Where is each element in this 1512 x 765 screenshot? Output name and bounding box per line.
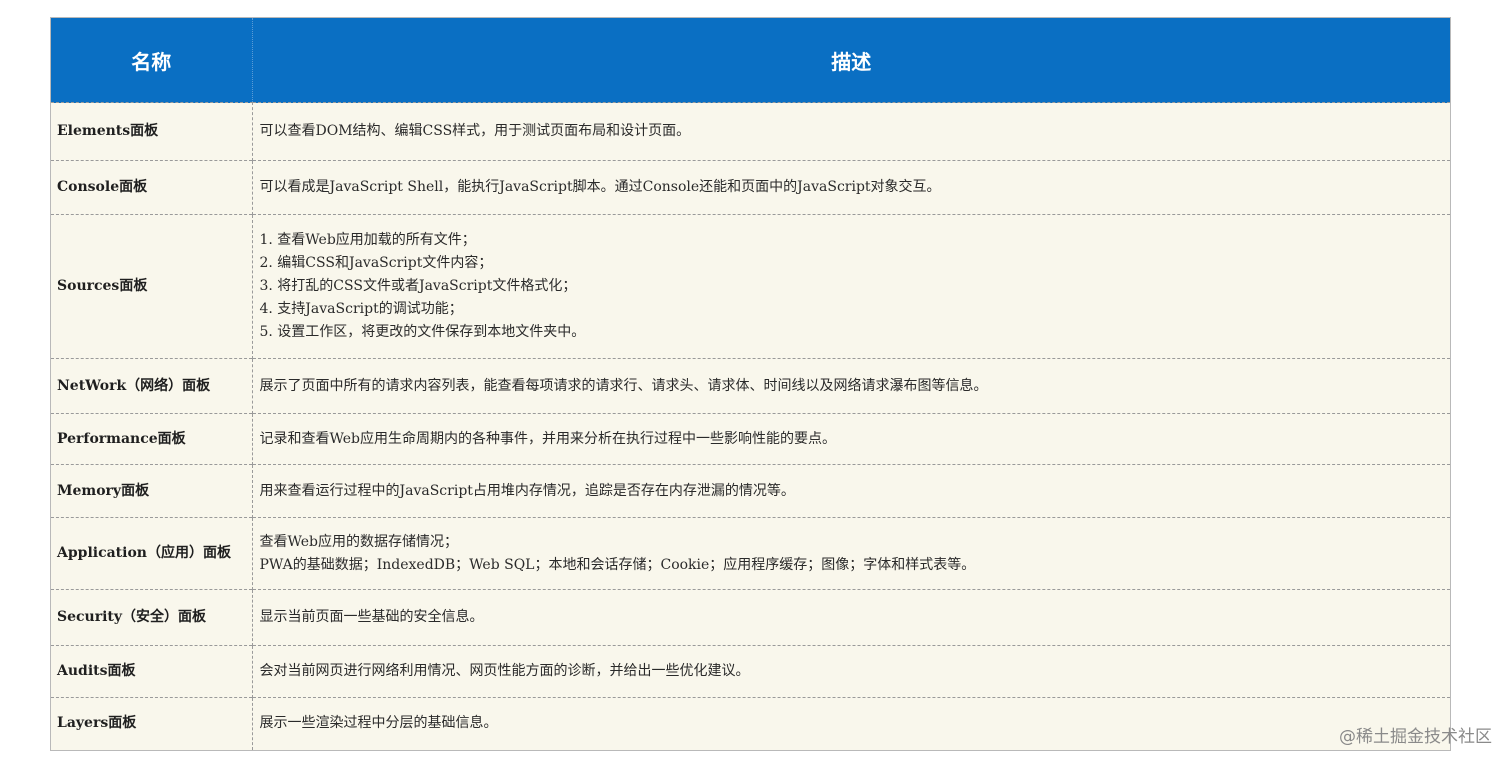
table-row: Security（安全）面板 显示当前页面一些基础的安全信息。 — [51, 589, 1450, 646]
table-row: NetWork（网络）面板 展示了页面中所有的请求内容列表，能查看每项请求的请求… — [51, 358, 1450, 414]
desc-line: 1. 查看Web应用加载的所有文件； — [259, 232, 476, 248]
row-desc: 可以查看DOM结构、编辑CSS样式，用于测试页面布局和设计页面。 — [252, 102, 1450, 161]
header-desc: 描述 — [252, 18, 1450, 103]
table-row: Layers面板 展示一些渲染过程中分层的基础信息。 — [51, 697, 1450, 750]
table-body: Elements面板 可以查看DOM结构、编辑CSS样式，用于测试页面布局和设计… — [51, 102, 1450, 750]
row-name: Memory面板 — [51, 464, 253, 518]
desc-line: 会对当前网页进行网络利用情况、网页性能方面的诊断，并给出一些优化建议。 — [259, 663, 750, 679]
watermark: @稀土掘金技术社区 — [1339, 727, 1492, 747]
table-header-row: 名称 描述 — [51, 18, 1450, 103]
row-desc: 展示了页面中所有的请求内容列表，能查看每项请求的请求行、请求头、请求体、时间线以… — [252, 358, 1450, 414]
desc-line: PWA的基础数据；IndexedDB；Web SQL；本地和会话存储；Cooki… — [259, 556, 976, 573]
row-desc: 可以看成是JavaScript Shell，能执行JavaScript脚本。通过… — [252, 160, 1450, 215]
devtools-panels-table-container: 名称 描述 Elements面板 可以查看DOM结构、编辑CSS样式，用于测试页… — [50, 17, 1451, 751]
row-name: Application（应用）面板 — [51, 517, 253, 590]
desc-line: 展示了页面中所有的请求内容列表，能查看每项请求的请求行、请求头、请求体、时间线以… — [259, 377, 988, 394]
row-name: Sources面板 — [51, 214, 253, 359]
row-name: Security（安全）面板 — [51, 589, 253, 646]
row-desc: 会对当前网页进行网络利用情况、网页性能方面的诊断，并给出一些优化建议。 — [252, 645, 1450, 698]
row-name: Audits面板 — [51, 645, 253, 698]
desc-line: 用来查看运行过程中的JavaScript占用堆内存情况，追踪是否存在内存泄漏的情… — [259, 482, 795, 499]
row-desc: 查看Web应用的数据存储情况； PWA的基础数据；IndexedDB；Web S… — [252, 517, 1450, 590]
desc-line: 5. 设置工作区，将更改的文件保存到本地文件夹中。 — [259, 324, 586, 340]
desc-line: 2. 编辑CSS和JavaScript文件内容； — [259, 255, 493, 271]
desc-line: 4. 支持JavaScript的调试功能； — [259, 301, 463, 317]
row-desc: 用来查看运行过程中的JavaScript占用堆内存情况，追踪是否存在内存泄漏的情… — [252, 464, 1450, 518]
row-name: NetWork（网络）面板 — [51, 358, 253, 414]
row-desc: 显示当前页面一些基础的安全信息。 — [252, 589, 1450, 646]
table-row: Application（应用）面板 查看Web应用的数据存储情况； PWA的基础… — [51, 517, 1450, 590]
table-row: Audits面板 会对当前网页进行网络利用情况、网页性能方面的诊断，并给出一些优… — [51, 645, 1450, 698]
desc-line: 可以看成是JavaScript Shell，能执行JavaScript脚本。通过… — [259, 179, 941, 195]
table-row: Memory面板 用来查看运行过程中的JavaScript占用堆内存情况，追踪是… — [51, 464, 1450, 518]
row-name: Console面板 — [51, 160, 253, 215]
desc-line: 查看Web应用的数据存储情况； — [259, 533, 459, 550]
devtools-panels-table: 名称 描述 Elements面板 可以查看DOM结构、编辑CSS样式，用于测试页… — [51, 18, 1450, 750]
desc-line: 展示一些渲染过程中分层的基础信息。 — [259, 715, 498, 732]
row-name: Performance面板 — [51, 413, 253, 465]
row-name: Elements面板 — [51, 102, 253, 161]
table-row: Elements面板 可以查看DOM结构、编辑CSS样式，用于测试页面布局和设计… — [51, 102, 1450, 161]
row-desc: 展示一些渲染过程中分层的基础信息。 — [252, 697, 1450, 750]
desc-line: 3. 将打乱的CSS文件或者JavaScript文件格式化； — [259, 278, 577, 294]
table-row: Console面板 可以看成是JavaScript Shell，能执行JavaS… — [51, 160, 1450, 215]
row-name: Layers面板 — [51, 697, 253, 750]
desc-line: 记录和查看Web应用生命周期内的各种事件，并用来分析在执行过程中一些影响性能的要… — [259, 430, 837, 447]
row-desc: 记录和查看Web应用生命周期内的各种事件，并用来分析在执行过程中一些影响性能的要… — [252, 413, 1450, 465]
page: 名称 描述 Elements面板 可以查看DOM结构、编辑CSS样式，用于测试页… — [0, 0, 1512, 765]
row-desc: 1. 查看Web应用加载的所有文件； 2. 编辑CSS和JavaScript文件… — [252, 214, 1450, 359]
table-row: Performance面板 记录和查看Web应用生命周期内的各种事件，并用来分析… — [51, 413, 1450, 465]
desc-line: 显示当前页面一些基础的安全信息。 — [259, 609, 484, 625]
table-row: Sources面板 1. 查看Web应用加载的所有文件； 2. 编辑CSS和Ja… — [51, 214, 1450, 359]
header-name: 名称 — [51, 18, 253, 103]
desc-line: 可以查看DOM结构、编辑CSS样式，用于测试页面布局和设计页面。 — [259, 123, 691, 139]
